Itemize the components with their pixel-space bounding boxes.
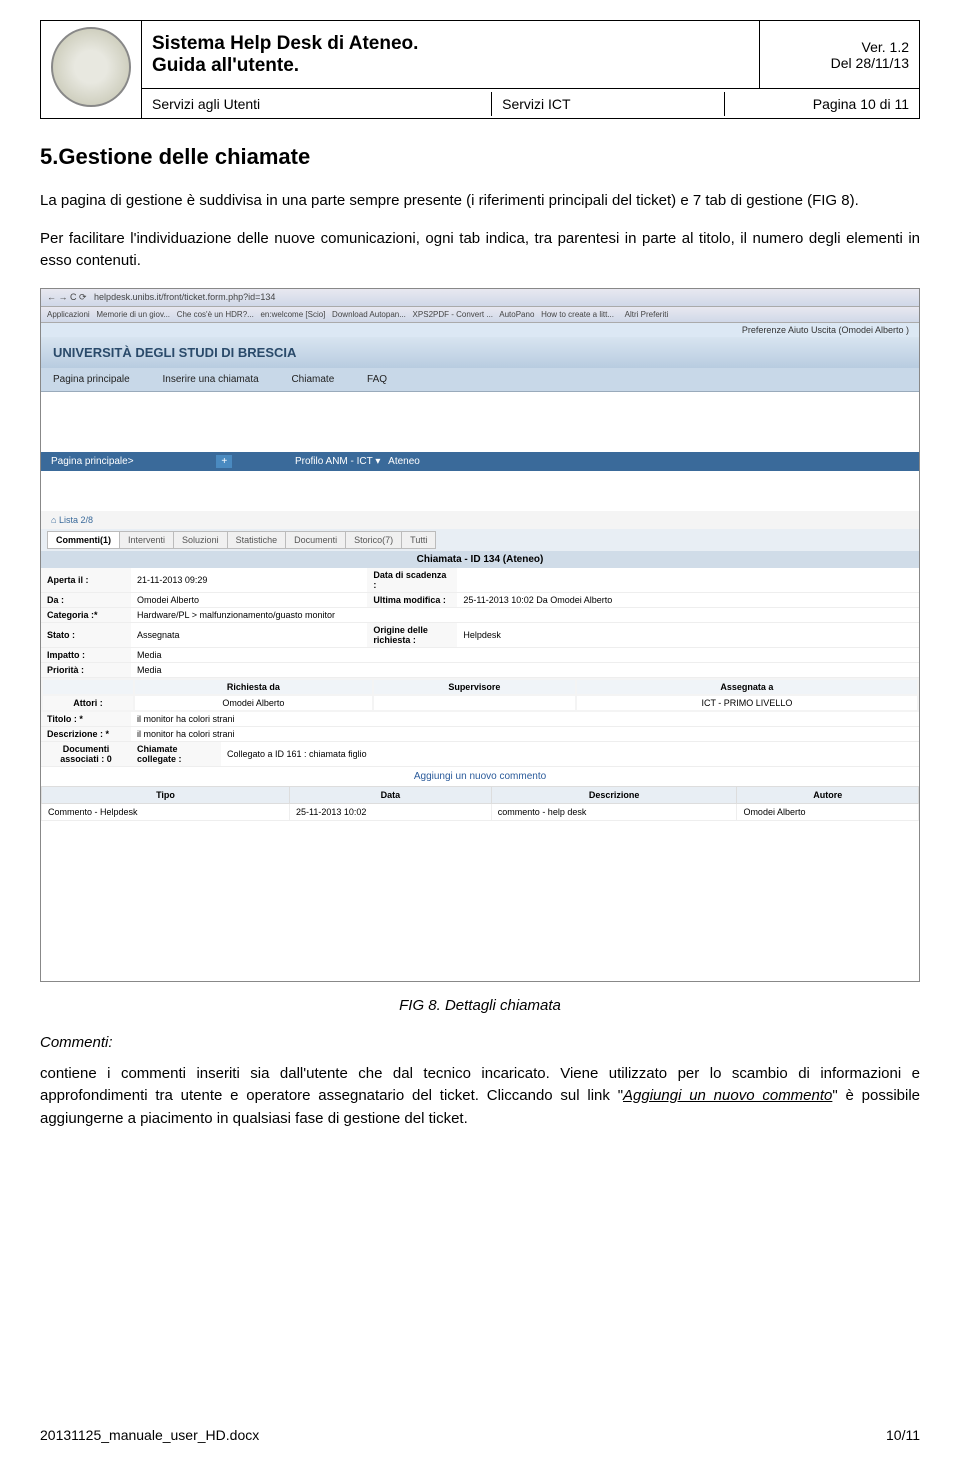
nav-faq[interactable]: FAQ: [367, 374, 387, 385]
doc-title: Sistema Help Desk di Ateneo. Guida all'u…: [142, 21, 760, 89]
nav-home[interactable]: Pagina principale: [53, 374, 130, 385]
university-banner: UNIVERSITÀ DEGLI STUDI DI BRESCIA: [41, 337, 919, 368]
ticket-details: Aperta il : 21-11-2013 09:29 Data di sca…: [41, 568, 919, 678]
paragraph-1: La pagina di gestione è suddivisa in una…: [40, 190, 920, 213]
version: Ver. 1.2: [862, 39, 909, 55]
tab-soluzioni[interactable]: Soluzioni: [173, 531, 228, 549]
logo-cell: [41, 21, 142, 119]
actors-header: Richiesta da Supervisore Assegnata a Att…: [41, 678, 919, 712]
list-pager: ⌂ Lista 2/8: [41, 511, 919, 529]
commenti-label: Commenti:: [40, 1034, 920, 1051]
sub-mid: Servizi ICT: [492, 92, 725, 116]
section-heading: 5.Gestione delle chiamate: [40, 144, 920, 170]
col-descr: Descrizione: [491, 786, 737, 803]
version-date: Del 28/11/13: [831, 55, 909, 71]
sub-left: Servizi agli Utenti: [142, 92, 492, 116]
nav-insert[interactable]: Inserire una chiamata: [163, 374, 259, 385]
figure-caption: FIG 8. Dettagli chiamata: [40, 997, 920, 1014]
url: helpdesk.unibs.it/front/ticket.form.php?…: [94, 292, 275, 302]
add-comment-inline-link: Aggiungi un nuovo commento: [623, 1087, 832, 1104]
nav-calls[interactable]: Chiamate: [291, 374, 334, 385]
title-line1: Sistema Help Desk di Ateneo.: [152, 33, 418, 54]
ticket-details-2: Titolo : * il monitor ha colori strani D…: [41, 712, 919, 767]
paragraph-3: contiene i commenti inseriti sia dall'ut…: [40, 1063, 920, 1131]
comments-table: Tipo Data Descrizione Autore Commento - …: [41, 786, 919, 821]
top-links: Preferenze Aiuto Uscita (Omodei Alberto …: [41, 323, 919, 337]
sub-right: Pagina 10 di 11: [725, 92, 919, 116]
col-autore: Autore: [737, 786, 919, 803]
tab-storico[interactable]: Storico(7): [345, 531, 402, 549]
ticket-tabs: Commenti(1)InterventiSoluzioniStatistich…: [41, 529, 919, 551]
paragraph-2: Per facilitare l'individuazione delle nu…: [40, 228, 920, 273]
version-cell: Ver. 1.2 Del 28/11/13: [760, 21, 920, 89]
col-data: Data: [290, 786, 492, 803]
tab-tutti[interactable]: Tutti: [401, 531, 436, 549]
browser-address-bar: ← → C ⟳ helpdesk.unibs.it/front/ticket.f…: [41, 289, 919, 307]
add-comment-link[interactable]: Aggiungi un nuovo commento: [41, 767, 919, 786]
tab-interventi[interactable]: Interventi: [119, 531, 174, 549]
embedded-screenshot: ← → C ⟳ helpdesk.unibs.it/front/ticket.f…: [40, 288, 920, 982]
bookmarks-bar: Applicazioni Memorie di un giov... Che c…: [41, 307, 919, 323]
footer-pagenum: 10/11: [886, 1427, 920, 1443]
comment-row: Commento - Helpdesk 25-11-2013 10:02 com…: [42, 803, 919, 820]
tab-statistiche[interactable]: Statistiche: [227, 531, 287, 549]
tab-documenti[interactable]: Documenti: [285, 531, 346, 549]
page-header: Sistema Help Desk di Ateneo. Guida all'u…: [40, 20, 920, 119]
ticket-header: Chiamata - ID 134 (Ateneo): [41, 551, 919, 568]
col-tipo: Tipo: [42, 786, 290, 803]
title-line2: Guida all'utente.: [152, 55, 299, 76]
main-nav: Pagina principale Inserire una chiamata …: [41, 368, 919, 392]
breadcrumb: Pagina principale> + Profilo ANM - ICT ▾…: [41, 452, 919, 471]
university-seal-icon: [51, 27, 131, 107]
tab-commenti[interactable]: Commenti(1): [47, 531, 120, 549]
page-footer: 20131125_manuale_user_HD.docx 10/11: [40, 1427, 920, 1443]
footer-filename: 20131125_manuale_user_HD.docx: [40, 1427, 259, 1443]
